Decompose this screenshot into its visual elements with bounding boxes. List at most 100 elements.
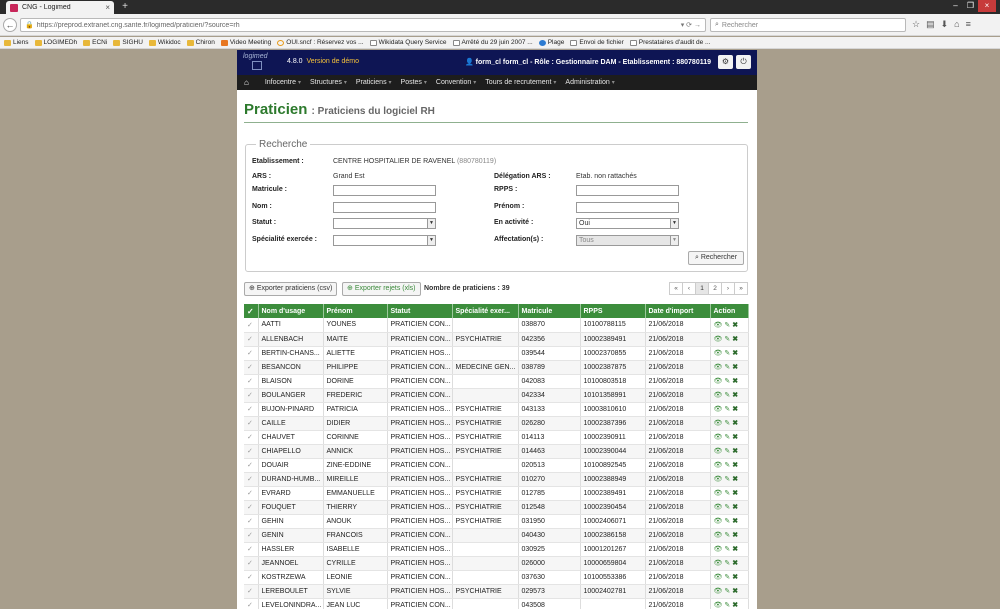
delete-x-icon[interactable]: ✖ xyxy=(732,461,738,469)
minimize-icon[interactable]: – xyxy=(948,0,963,12)
bookmark-item[interactable]: SIGHU xyxy=(113,39,143,46)
table-row[interactable]: ✓ BERTIN-CHANS... ALIETTE PRATICIEN HOS... 0… xyxy=(244,346,749,361)
col-rpps[interactable]: RPPS xyxy=(580,304,646,318)
col-prenom[interactable]: Prénom xyxy=(323,304,388,318)
row-checkbox[interactable]: ✓ xyxy=(244,402,259,417)
view-eye-icon[interactable]: 👁 xyxy=(714,587,723,595)
pager-page-2[interactable]: 2 xyxy=(708,282,722,295)
table-row[interactable]: ✓ BESANCON PHILIPPE PRATICIEN CON... MEDECIN… xyxy=(244,360,749,375)
delete-x-icon[interactable]: ✖ xyxy=(732,405,738,413)
row-checkbox[interactable]: ✓ xyxy=(244,430,259,445)
table-row[interactable]: ✓ GEHIN ANOUK PRATICIEN HOS... PSYCHIATRIE 03… xyxy=(244,514,749,529)
edit-pencil-icon[interactable]: ✎ xyxy=(724,489,730,497)
logimed-logo[interactable]: logimed xyxy=(243,53,269,73)
bookmark-star-icon[interactable]: ☆ xyxy=(912,19,920,30)
view-eye-icon[interactable]: 👁 xyxy=(714,405,723,413)
table-row[interactable]: ✓ BLAISON DORINE PRATICIEN CON... 042083 1010… xyxy=(244,374,749,389)
row-checkbox[interactable]: ✓ xyxy=(244,346,259,361)
edit-pencil-icon[interactable]: ✎ xyxy=(724,587,730,595)
view-eye-icon[interactable]: 👁 xyxy=(714,601,723,609)
row-checkbox[interactable]: ✓ xyxy=(244,374,259,389)
delete-x-icon[interactable]: ✖ xyxy=(732,419,738,427)
edit-pencil-icon[interactable]: ✎ xyxy=(724,335,730,343)
row-checkbox[interactable]: ✓ xyxy=(244,458,259,473)
row-checkbox[interactable]: ✓ xyxy=(244,360,259,375)
pager-last[interactable]: » xyxy=(734,282,748,295)
table-row[interactable]: ✓ CAILLE DIDIER PRATICIEN HOS... PSYCHIATRIE… xyxy=(244,416,749,431)
row-checkbox[interactable]: ✓ xyxy=(244,542,259,557)
close-window-icon[interactable]: × xyxy=(978,0,996,12)
nav-infocentre[interactable]: Infocentre ▾ xyxy=(265,79,301,86)
table-row[interactable]: ✓ LEVELONINDRA... JEAN LUC PRATICIEN CON...… xyxy=(244,598,749,609)
edit-pencil-icon[interactable]: ✎ xyxy=(724,447,730,455)
row-checkbox[interactable]: ✓ xyxy=(244,388,259,403)
delete-x-icon[interactable]: ✖ xyxy=(732,335,738,343)
col-date-import[interactable]: Date d'import xyxy=(645,304,711,318)
delete-x-icon[interactable]: ✖ xyxy=(732,601,738,609)
view-eye-icon[interactable]: 👁 xyxy=(714,447,723,455)
new-tab-icon[interactable]: + xyxy=(120,2,130,12)
view-eye-icon[interactable]: 👁 xyxy=(714,489,723,497)
pager-prev[interactable]: ‹ xyxy=(682,282,696,295)
browser-search-input[interactable]: ⌕ Rechercher xyxy=(710,18,906,32)
logout-button[interactable]: ⏻ xyxy=(736,55,751,69)
view-eye-icon[interactable]: 👁 xyxy=(714,321,723,329)
nav-tours-recrutement[interactable]: Tours de recrutement ▾ xyxy=(485,79,556,86)
view-eye-icon[interactable]: 👁 xyxy=(714,349,723,357)
rpps-input[interactable] xyxy=(576,185,679,196)
back-arrow-icon[interactable]: ← xyxy=(3,18,17,32)
delete-x-icon[interactable]: ✖ xyxy=(732,517,738,525)
row-checkbox[interactable]: ✓ xyxy=(244,318,259,333)
nom-input[interactable] xyxy=(333,202,436,213)
edit-pencil-icon[interactable]: ✎ xyxy=(724,531,730,539)
home-icon[interactable]: ⌂ xyxy=(954,19,959,30)
view-eye-icon[interactable]: 👁 xyxy=(714,559,723,567)
table-row[interactable]: ✓ HASSLER ISABELLE PRATICIEN HOS... 030925 10… xyxy=(244,542,749,557)
table-row[interactable]: ✓ ALLENBACH MAITE PRATICIEN CON... PSYCHIATR… xyxy=(244,332,749,347)
edit-pencil-icon[interactable]: ✎ xyxy=(724,377,730,385)
view-eye-icon[interactable]: 👁 xyxy=(714,573,723,581)
row-checkbox[interactable]: ✓ xyxy=(244,598,259,609)
table-row[interactable]: ✓ LEREBOULET SYLVIE PRATICIEN HOS... PSYCHIA… xyxy=(244,584,749,599)
prenom-input[interactable] xyxy=(576,202,679,213)
select-all-checkbox[interactable]: ✓ xyxy=(244,304,259,318)
row-checkbox[interactable]: ✓ xyxy=(244,500,259,515)
settings-button[interactable]: ⚙ xyxy=(718,55,733,69)
view-eye-icon[interactable]: 👁 xyxy=(714,461,723,469)
edit-pencil-icon[interactable]: ✎ xyxy=(724,349,730,357)
view-eye-icon[interactable]: 👁 xyxy=(714,377,723,385)
bookmark-item[interactable]: Prestataires d'audit de ... xyxy=(629,39,710,46)
row-checkbox[interactable]: ✓ xyxy=(244,556,259,571)
nav-postes[interactable]: Postes ▾ xyxy=(401,79,427,86)
view-eye-icon[interactable]: 👁 xyxy=(714,391,723,399)
table-row[interactable]: ✓ DURAND-HUMB... MIREILLE PRATICIEN HOS... P… xyxy=(244,472,749,487)
delete-x-icon[interactable]: ✖ xyxy=(732,545,738,553)
table-row[interactable]: ✓ CHAUVET CORINNE PRATICIEN HOS... PSYCHIATR… xyxy=(244,430,749,445)
export-praticiens-button[interactable]: ⊕ Exporter praticiens (csv) xyxy=(244,282,338,296)
bookmark-item[interactable]: Envoi de fichier xyxy=(570,39,624,46)
table-row[interactable]: ✓ AATTI YOUNES PRATICIEN CON... 038870 101007… xyxy=(244,318,749,333)
export-rejets-button[interactable]: ⊕ Exporter rejets (xls) xyxy=(342,282,421,296)
view-eye-icon[interactable]: 👁 xyxy=(714,475,723,483)
delete-x-icon[interactable]: ✖ xyxy=(732,503,738,511)
edit-pencil-icon[interactable]: ✎ xyxy=(724,461,730,469)
table-row[interactable]: ✓ BOULANGER FREDERIC PRATICIEN CON... 042334… xyxy=(244,388,749,403)
bookmark-item[interactable]: Plage xyxy=(538,39,564,46)
delete-x-icon[interactable]: ✖ xyxy=(732,573,738,581)
edit-pencil-icon[interactable]: ✎ xyxy=(724,601,730,609)
affectation-select[interactable]: Tous ▼ xyxy=(576,235,679,246)
delete-x-icon[interactable]: ✖ xyxy=(732,433,738,441)
library-icon[interactable]: ▤ xyxy=(926,19,935,30)
edit-pencil-icon[interactable]: ✎ xyxy=(724,559,730,567)
bookmark-item[interactable]: OUI.sncf : Réservez vos ... xyxy=(277,39,364,46)
delete-x-icon[interactable]: ✖ xyxy=(732,531,738,539)
bookmark-item[interactable]: Wikidata Query Service xyxy=(369,39,447,46)
row-checkbox[interactable]: ✓ xyxy=(244,332,259,347)
view-eye-icon[interactable]: 👁 xyxy=(714,545,723,553)
row-checkbox[interactable]: ✓ xyxy=(244,514,259,529)
delete-x-icon[interactable]: ✖ xyxy=(732,559,738,567)
maximize-icon[interactable]: ❐ xyxy=(963,0,978,12)
nav-praticiens[interactable]: Praticiens ▾ xyxy=(356,79,392,86)
edit-pencil-icon[interactable]: ✎ xyxy=(724,475,730,483)
col-statut[interactable]: Statut xyxy=(387,304,453,318)
